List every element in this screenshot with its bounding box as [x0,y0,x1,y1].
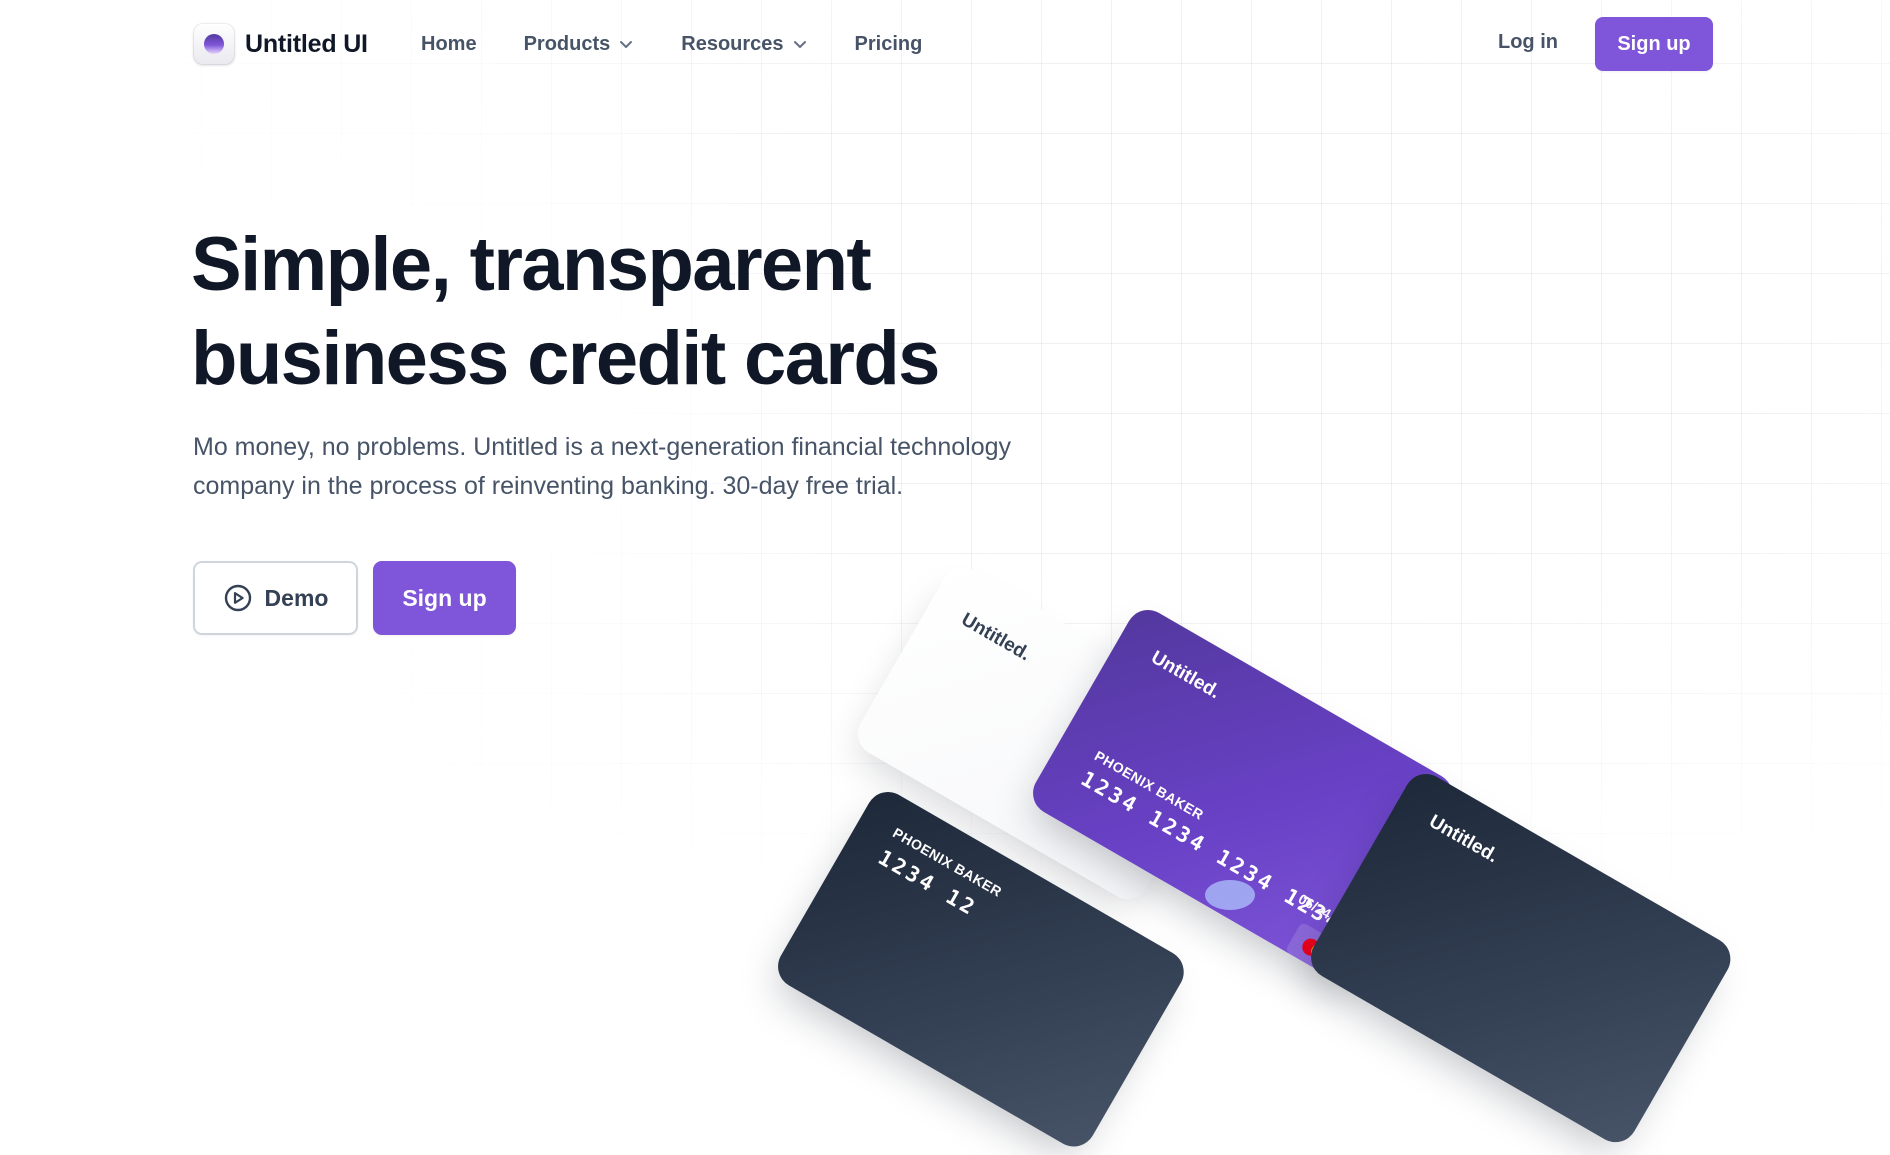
nav-item-label: Home [421,32,477,55]
demo-button-label: Demo [264,584,329,611]
brand-logo-link[interactable]: Untitled UI [193,22,368,66]
brand-name: Untitled UI [245,29,368,58]
play-circle-icon [224,584,251,612]
nav-item-label: Pricing [854,32,923,55]
nav-item-resources[interactable]: Resources [681,33,807,56]
nav-item-home[interactable]: Home [421,33,477,56]
hero-title: Simple, transparent business credit card… [191,218,1091,406]
chevron-down-icon [620,41,633,48]
nav-item-pricing[interactable]: Pricing [855,33,923,56]
header-signup-button[interactable]: Sign up [1595,17,1713,71]
login-link[interactable]: Log in [1498,31,1558,54]
nav-item-label: Products [523,32,611,55]
hero-subtitle: Mo money, no problems. Untitled is a nex… [193,433,1012,500]
decorative-blob [1205,880,1255,910]
nav-item-label: Resources [681,32,784,55]
hero-title-line-2: business credit cards [191,316,940,401]
card-brand: Untitled. [1425,810,1502,868]
card-brand: Untitled. [1147,646,1224,704]
logo-icon [193,23,235,65]
card-brand: Untitled. [957,609,1034,666]
site-header: Untitled UI Home Products Resources Pric… [0,0,1890,88]
nav-item-products[interactable]: Products [524,33,635,56]
demo-button[interactable]: Demo [193,561,358,635]
main-nav: Home Products Resources Pricing [421,26,969,62]
hero-cta-row: Demo Sign up [193,561,516,635]
hero-title-line-1: Simple, transparent [191,222,872,307]
chevron-down-icon [793,41,806,48]
hero-signup-button[interactable]: Sign up [373,561,516,635]
